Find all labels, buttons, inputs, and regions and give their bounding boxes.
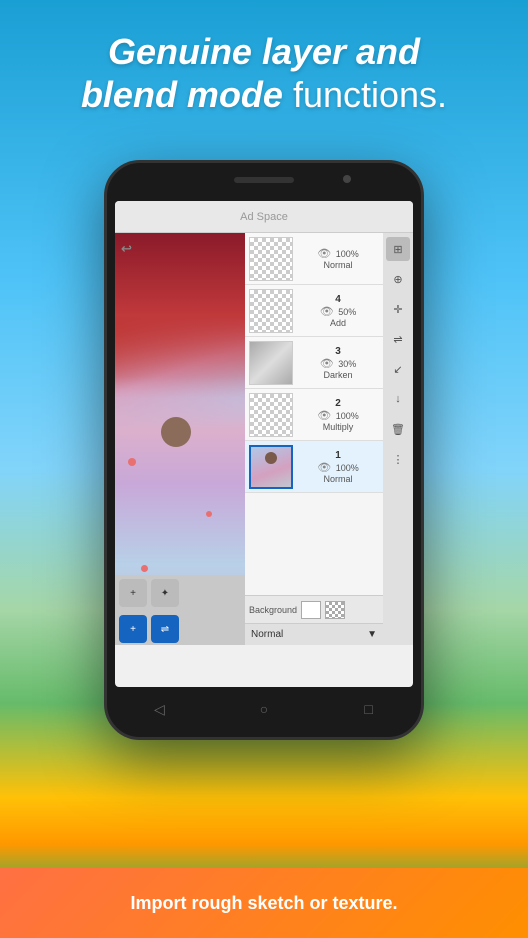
- layers-list: 👁 100% Normal 4 👁: [245, 233, 383, 595]
- ad-space-label: Ad Space: [240, 211, 288, 223]
- right-tools-panel: ⊞ ⊕ ✛ ⇌ ↙ ↓ 🗑 ⋮: [383, 233, 413, 645]
- layer-5-thumb: [249, 237, 293, 281]
- layer-4-thumb: [249, 289, 293, 333]
- layer-item-3[interactable]: 3 👁 30% Darken: [245, 337, 383, 389]
- layers-scroll: 👁 100% Normal 4 👁: [245, 233, 383, 645]
- phone-speaker: [234, 177, 294, 183]
- flip-tool[interactable]: ⇌: [386, 327, 410, 351]
- layer-1-mode: Normal: [323, 474, 352, 484]
- toolbar-row-1: + ✦: [115, 575, 245, 611]
- layer-2-mode: Multiply: [323, 422, 354, 432]
- artwork-top: [115, 233, 245, 398]
- phone-device: Ad Space: [104, 160, 424, 740]
- blend-mode-label: Normal: [251, 629, 283, 640]
- layer-3-thumb: [249, 341, 293, 385]
- blend-mode-row[interactable]: Normal ▼: [245, 623, 383, 645]
- layer-2-thumb: [249, 393, 293, 437]
- layer-3-num: 3: [335, 346, 341, 357]
- phone-screen: Ad Space: [115, 201, 413, 687]
- ad-space-bar: Ad Space: [115, 201, 413, 233]
- layer-1-info: 1 👁 100% Normal: [297, 450, 379, 484]
- arrow-down-left-tool[interactable]: ↙: [386, 357, 410, 381]
- layer-3-eye[interactable]: 👁: [320, 358, 334, 370]
- nav-back-button[interactable]: ◁: [144, 694, 174, 724]
- background-row: Background: [245, 595, 383, 623]
- layer-4-mode: Add: [330, 318, 346, 328]
- move-tool[interactable]: ✛: [386, 297, 410, 321]
- main-canvas-area: ↩ ↩ ↩ ↩ + ✦ + ⇌: [115, 233, 413, 645]
- character-head: [161, 417, 191, 447]
- nav-home-button[interactable]: ○: [249, 694, 279, 724]
- add-layer-button[interactable]: +: [119, 579, 147, 607]
- bottom-left-toolbar: + ✦ + ⇌ 📷: [115, 575, 245, 645]
- layer-item-5[interactable]: 👁 100% Normal: [245, 233, 383, 285]
- move-button[interactable]: ⇌: [151, 615, 179, 643]
- layer-2-eye[interactable]: 👁: [317, 410, 331, 422]
- petal2: [206, 511, 212, 517]
- merge-arrow-4: ↩: [121, 241, 132, 257]
- checkerboard-tool[interactable]: ⊞: [386, 237, 410, 261]
- grid-tool[interactable]: ⊕: [386, 267, 410, 291]
- artwork-panel: ↩ ↩ ↩ ↩ + ✦ + ⇌: [115, 233, 245, 645]
- layer-3-opacity: 30%: [338, 359, 356, 369]
- layer-1-opacity: 100%: [336, 463, 359, 473]
- layer-4-opacity: 50%: [338, 307, 356, 317]
- layer-2-info: 2 👁 100% Multiply: [297, 398, 379, 432]
- nav-recent-button[interactable]: □: [354, 694, 384, 724]
- toolbar-row-2: + ⇌: [115, 611, 245, 645]
- title-area: Genuine layer and blend mode functions.: [0, 30, 528, 116]
- bg-checker-swatch[interactable]: [325, 601, 345, 619]
- title-line1: Genuine layer and: [108, 31, 420, 72]
- blend-mode-arrow[interactable]: ▼: [367, 629, 377, 640]
- title-line2: blend mode functions.: [81, 74, 447, 115]
- phone-nav-bar: ◁ ○ □: [107, 691, 421, 727]
- phone-body: Ad Space: [104, 160, 424, 740]
- bottom-banner: Import rough sketch or texture.: [0, 868, 528, 938]
- layer-1-thumb: [249, 445, 293, 489]
- phone-camera: [343, 175, 351, 183]
- page-title: Genuine layer and blend mode functions.: [30, 30, 498, 116]
- layer-5-mode: Normal: [323, 260, 352, 270]
- merge-layer-button[interactable]: ✦: [151, 579, 179, 607]
- layer-4-eye[interactable]: 👁: [320, 306, 334, 318]
- layer-1-eye[interactable]: 👁: [317, 462, 331, 474]
- layer-3-mode: Darken: [323, 370, 352, 380]
- layer-4-num: 4: [335, 294, 341, 305]
- layer-5-opacity: 100%: [336, 249, 359, 259]
- layer-1-num: 1: [335, 450, 341, 461]
- layer-4-info: 4 👁 50% Add: [297, 294, 379, 328]
- delete-tool[interactable]: 🗑: [386, 417, 410, 441]
- add-sub-button[interactable]: +: [119, 615, 147, 643]
- layer-2-opacity: 100%: [336, 411, 359, 421]
- bottom-banner-text: Import rough sketch or texture.: [130, 893, 397, 914]
- petal3: [141, 565, 148, 572]
- layer-5-info: 👁 100% Normal: [297, 247, 379, 270]
- bg-white-swatch[interactable]: [301, 601, 321, 619]
- layer-item-2[interactable]: 2 👁 100% Multiply: [245, 389, 383, 441]
- layers-panel: 👁 100% Normal 4 👁: [245, 233, 383, 645]
- download-tool[interactable]: ↓: [386, 387, 410, 411]
- layer-5-eye[interactable]: 👁: [317, 248, 331, 260]
- layer-3-info: 3 👁 30% Darken: [297, 346, 379, 380]
- more-tool[interactable]: ⋮: [386, 447, 410, 471]
- petal1: [128, 458, 136, 466]
- layer-item-1[interactable]: 1 👁 100% Normal: [245, 441, 383, 493]
- background-label: Background: [249, 605, 297, 615]
- layer-item-4[interactable]: 4 👁 50% Add: [245, 285, 383, 337]
- layer-2-num: 2: [335, 398, 341, 409]
